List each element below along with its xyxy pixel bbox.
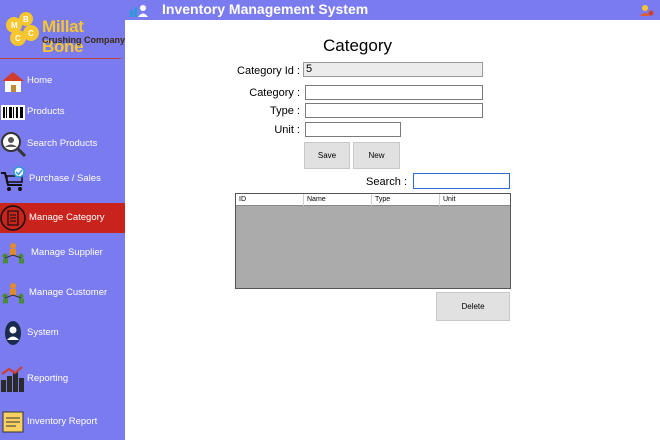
save-button[interactable]: Save: [304, 142, 350, 169]
search-input[interactable]: [413, 173, 510, 189]
sidebar-item-products[interactable]: Products: [0, 97, 125, 127]
title-bar: Inventory Management System: [125, 0, 660, 20]
search-label: Search :: [366, 176, 407, 188]
sidebar-item-label: Manage Supplier: [31, 247, 103, 258]
sidebar-item-home[interactable]: Home: [0, 66, 125, 96]
sidebar-item-search-products[interactable]: Search Products: [0, 129, 125, 159]
people-network-icon: [2, 243, 24, 264]
people-network-icon: [2, 283, 24, 304]
sidebar-item-purchase-sales[interactable]: Purchase / Sales: [0, 164, 125, 194]
sidebar-item-label: Products: [27, 106, 65, 117]
sidebar-item-label: Search Products: [27, 138, 98, 149]
brand-tagline: Crushing Company: [42, 35, 126, 45]
sidebar-item-manage-category[interactable]: Manage Category: [0, 203, 125, 233]
sidebar-item-inventory-report[interactable]: Inventory Report: [0, 407, 125, 437]
sidebar-item-label: Purchase / Sales: [29, 173, 101, 184]
delete-button[interactable]: Delete: [436, 292, 510, 321]
category-id-label: Category Id :: [237, 65, 300, 77]
sidebar-item-manage-customer[interactable]: Manage Customer: [0, 278, 125, 308]
column-header-id[interactable]: ID: [236, 194, 304, 206]
category-input[interactable]: [305, 85, 483, 100]
unit-input[interactable]: [305, 122, 401, 137]
sidebar-item-label: Reporting: [27, 373, 69, 384]
category-id-field: 5: [303, 62, 483, 77]
sidebar-item-reporting[interactable]: Reporting: [0, 364, 125, 394]
sidebar-item-label: Home: [27, 75, 53, 86]
category-label: Category :: [249, 87, 300, 99]
column-header-type[interactable]: Type: [372, 194, 440, 206]
sidebar: M B C C Millat Bone Crushing Company Hom…: [0, 0, 125, 440]
bar-chart-icon: [1, 366, 24, 392]
type-label: Type :: [270, 105, 300, 117]
report-icon: [2, 411, 24, 433]
svg-text:M: M: [11, 21, 18, 30]
app-title: Inventory Management System: [162, 1, 369, 17]
inventory-icon: [130, 5, 148, 17]
new-button[interactable]: New: [353, 142, 400, 169]
column-header-name[interactable]: Name: [304, 194, 372, 206]
user-icon: [5, 321, 21, 345]
magnifier-icon: [1, 132, 26, 157]
user-account-icon[interactable]: [638, 3, 654, 17]
company-logo: M B C C Millat Bone Crushing Company: [0, 6, 126, 56]
grid-header: ID Name Type Unit: [236, 194, 510, 206]
sidebar-item-label: Manage Customer: [29, 287, 108, 298]
svg-text:B: B: [23, 15, 29, 24]
sidebar-divider: [0, 58, 121, 59]
sidebar-item-system[interactable]: System: [0, 318, 125, 348]
cart-icon: [1, 166, 25, 191]
svg-text:C: C: [15, 34, 21, 43]
sidebar-item-label: Inventory Report: [27, 416, 98, 427]
sidebar-item-label: Manage Category: [29, 212, 105, 223]
category-grid[interactable]: ID Name Type Unit: [235, 193, 511, 289]
type-input[interactable]: [305, 103, 483, 118]
column-header-unit[interactable]: Unit: [440, 194, 510, 206]
svg-text:C: C: [28, 29, 34, 38]
logo-emblem-icon: M B C C: [6, 12, 39, 46]
home-icon: [2, 72, 24, 92]
page-title: Category: [323, 36, 392, 55]
barcode-icon: [1, 105, 25, 120]
sidebar-item-manage-supplier[interactable]: Manage Supplier: [0, 238, 125, 268]
document-icon: [0, 205, 26, 231]
unit-label: Unit :: [274, 124, 300, 136]
sidebar-item-label: System: [27, 327, 59, 338]
